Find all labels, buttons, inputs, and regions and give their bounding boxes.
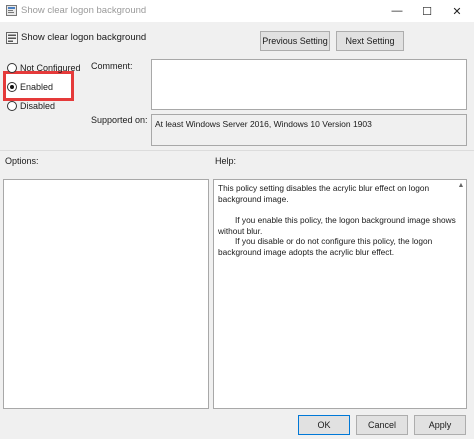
- help-panel: ▲ This policy setting disables the acryl…: [213, 179, 467, 409]
- comment-textarea[interactable]: [151, 59, 467, 110]
- maximize-button[interactable]: ☐: [412, 0, 442, 22]
- supported-on-label: Supported on:: [91, 115, 148, 125]
- cancel-button[interactable]: Cancel: [356, 415, 408, 435]
- radio-enabled-circle[interactable]: [7, 82, 17, 92]
- close-icon: ✕: [452, 5, 462, 18]
- policy-setting-icon: [6, 32, 18, 44]
- scroll-up-arrow-icon[interactable]: ▲: [457, 182, 465, 190]
- radio-enabled[interactable]: Enabled: [7, 82, 53, 92]
- radio-enabled-label: Enabled: [20, 82, 54, 92]
- maximize-icon: ☐: [422, 5, 432, 18]
- ok-button[interactable]: OK: [298, 415, 350, 435]
- section-divider: [0, 150, 474, 151]
- options-label: Options:: [5, 156, 39, 166]
- apply-button[interactable]: Apply: [414, 415, 466, 435]
- radio-not-configured-label: Not Configured: [20, 63, 81, 73]
- options-panel: [3, 179, 209, 409]
- radio-disabled-circle[interactable]: [7, 101, 17, 111]
- comment-label: Comment:: [91, 61, 133, 71]
- minimize-icon: —: [391, 5, 403, 17]
- previous-setting-button[interactable]: Previous Setting: [260, 31, 330, 51]
- radio-disabled[interactable]: Disabled: [7, 101, 55, 111]
- minimize-button[interactable]: —: [382, 0, 412, 22]
- close-button[interactable]: ✕: [442, 0, 472, 22]
- help-label: Help:: [215, 156, 237, 166]
- next-setting-button[interactable]: Next Setting: [336, 31, 404, 51]
- help-paragraph: If you disable or do not configure this …: [218, 236, 433, 257]
- policy-title: Show clear logon background: [21, 32, 147, 43]
- radio-not-configured[interactable]: Not Configured: [7, 63, 81, 73]
- radio-not-configured-circle[interactable]: [7, 63, 17, 73]
- help-paragraph: This policy setting disables the acrylic…: [218, 183, 430, 204]
- radio-disabled-label: Disabled: [20, 101, 56, 111]
- help-paragraph: If you enable this policy, the logon bac…: [218, 215, 456, 236]
- supported-on-value: At least Windows Server 2016, Windows 10…: [151, 114, 467, 146]
- title-bar: Show clear logon background — ☐ ✕: [0, 0, 474, 22]
- policy-app-icon: [6, 5, 17, 16]
- window-title: Show clear logon background: [21, 5, 147, 16]
